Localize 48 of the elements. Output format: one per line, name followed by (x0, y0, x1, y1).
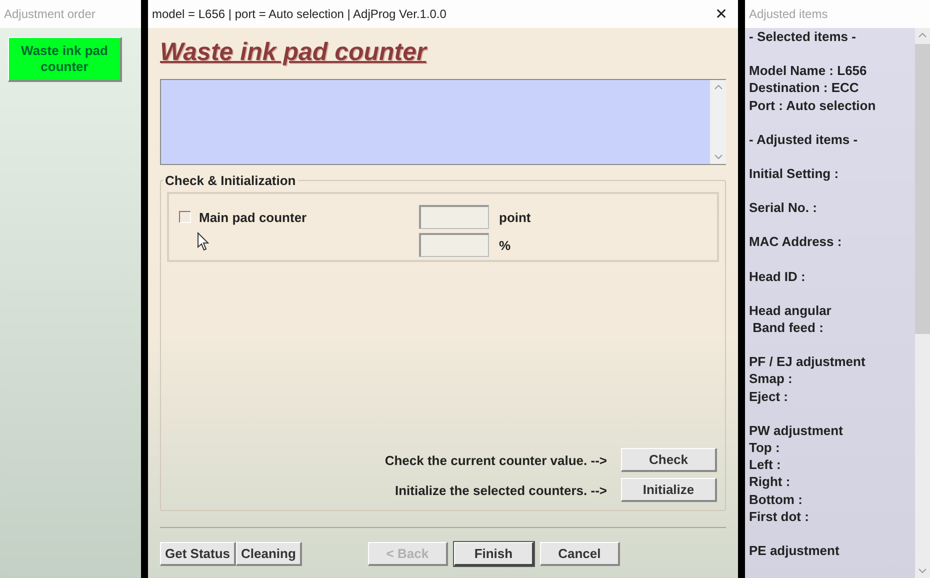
group-title: Check & Initialization (164, 173, 297, 188)
info-line: Head ID : (749, 268, 806, 285)
info-line: Head angular (749, 302, 832, 320)
info-line: Smap : (749, 370, 794, 388)
info-line: Left : (749, 456, 782, 474)
scroll-up-icon[interactable] (714, 84, 722, 90)
close-button[interactable]: ✕ (709, 5, 734, 23)
counter-field[interactable] (419, 205, 489, 229)
mouse-cursor-icon (197, 232, 209, 251)
scrollbar[interactable] (915, 28, 930, 578)
checkbox-label: Main pad counter (199, 210, 307, 224)
adjustment-item[interactable]: Waste ink pad counter (8, 37, 122, 82)
info-line: Port : Auto selection (749, 96, 877, 114)
info-line: PE adjustment (749, 542, 840, 560)
info-line: Eject : (749, 388, 790, 405)
panel-title: Adjusted items (749, 7, 828, 21)
tool-button[interactable]: Cleaning (236, 542, 302, 566)
action-description: Initialize the selected counters. --> (394, 482, 607, 498)
action-description: Check the current counter value. --> (384, 452, 607, 468)
scroll-up-icon[interactable] (918, 32, 927, 38)
info-line: - Selected items - (749, 28, 857, 46)
unit-label: % (499, 238, 512, 252)
window-title: model = L656 | port = Auto selection | AdjProg Ver.1.0.0 (152, 7, 448, 21)
info-line: Right : (749, 473, 792, 491)
panel-title: Adjustment order (4, 7, 96, 21)
info-line: Top : (749, 439, 781, 456)
info-line: PF / EJ adjustment (749, 353, 866, 370)
checkbox[interactable] (179, 211, 191, 223)
info-line: Destination : ECC (749, 79, 860, 97)
nav-button[interactable]: Cancel (540, 542, 620, 566)
percent-field[interactable] (419, 233, 489, 257)
nav-button[interactable]: Finish (454, 542, 534, 566)
info-line: First dot : (749, 508, 810, 526)
info-line: Serial No. : (749, 199, 818, 216)
action-button[interactable]: Check (621, 448, 717, 472)
info-line: MAC Address : (749, 233, 843, 251)
tool-button[interactable]: Get Status (160, 542, 236, 566)
page-heading: Waste ink pad counter (160, 38, 426, 67)
info-line: Bottom : (749, 490, 804, 508)
info-line: Model Name : L656 (749, 62, 868, 80)
scroll-down-icon[interactable] (918, 568, 927, 574)
info-line: PW adjustment (749, 422, 844, 440)
info-line: Band feed : (752, 319, 824, 336)
action-button[interactable]: Initialize (621, 478, 717, 502)
scroll-down-icon[interactable] (714, 154, 722, 160)
unit-label: point (499, 210, 532, 224)
info-line: - Adjusted items - (749, 130, 859, 148)
info-line: Initial Setting : (749, 165, 840, 182)
